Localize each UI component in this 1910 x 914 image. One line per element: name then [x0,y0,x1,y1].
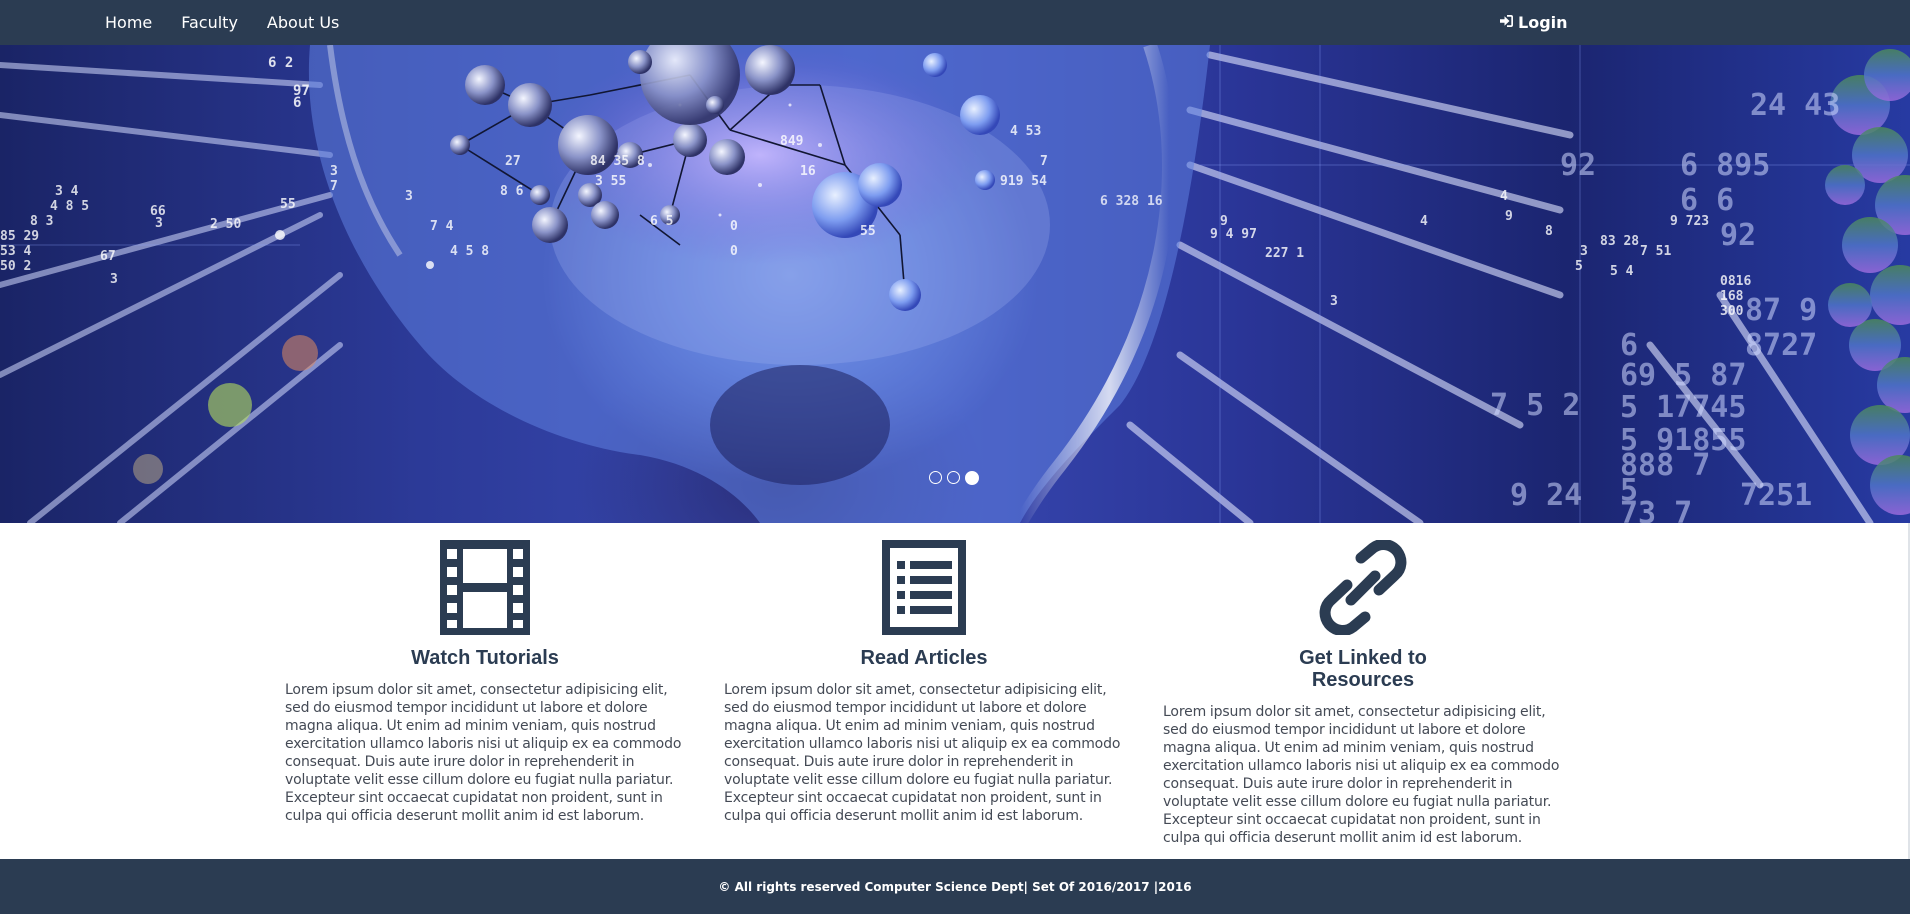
svg-text:5 4: 5 4 [1610,264,1634,279]
svg-text:4 8 5: 4 8 5 [50,199,89,214]
sign-in-icon [1499,13,1518,32]
svg-text:6: 6 [293,95,301,111]
login-label: Login [1518,13,1568,32]
feature-read-articles: Read Articles Lorem ipsum dolor sit amet… [724,540,1124,825]
svg-text:6 328 16: 6 328 16 [1100,194,1163,209]
svg-text:3: 3 [155,216,163,231]
svg-text:55: 55 [860,224,876,239]
svg-text:3 55: 3 55 [595,174,626,189]
svg-text:6 895: 6 895 [1680,148,1770,183]
nav-link-home[interactable]: Home [105,13,152,32]
link-icon [1319,540,1407,635]
svg-text:6 5: 6 5 [650,214,673,229]
svg-text:4 53: 4 53 [1010,124,1041,139]
navbar: Home Faculty About Us Login [0,0,1910,45]
svg-text:227 1: 227 1 [1265,246,1304,261]
svg-text:168: 168 [1720,289,1744,304]
svg-text:92: 92 [1720,218,1756,253]
feature-text: Lorem ipsum dolor sit amet, consectetur … [1163,704,1560,846]
svg-text:67: 67 [100,249,116,264]
svg-text:8727: 8727 [1745,328,1817,363]
hero-image: 6 2 97 6 3 4 4 8 5 8 3 85 29 53 4 50 2 6… [0,45,1910,523]
svg-text:9: 9 [1505,209,1513,224]
svg-text:0: 0 [730,244,738,259]
svg-text:3: 3 [110,272,118,287]
nav-links: Home Faculty About Us [105,0,368,45]
svg-text:3 4: 3 4 [55,184,79,199]
feature-watch-tutorials: Watch Tutorials Lorem ipsum dolor sit am… [285,540,685,825]
hero-carousel[interactable]: 6 2 97 6 3 4 4 8 5 8 3 85 29 53 4 50 2 6… [0,45,1910,523]
svg-text:7: 7 [1040,154,1048,169]
svg-text:73 7: 73 7 [1620,496,1692,523]
footer: © All rights reserved Computer Science D… [0,859,1910,914]
svg-text:84 35 8: 84 35 8 [590,154,645,169]
svg-text:0816: 0816 [1720,274,1751,289]
svg-text:24 43: 24 43 [1750,88,1840,123]
svg-text:69 5 87: 69 5 87 [1620,358,1746,393]
svg-text:7: 7 [330,179,338,194]
nav-link-faculty[interactable]: Faculty [181,13,238,32]
feature-linked-resources: Get Linked to Resources Lorem ipsum dolo… [1163,540,1563,847]
svg-text:16: 16 [800,164,816,179]
svg-text:3: 3 [1330,294,1338,309]
svg-text:7 4: 7 4 [430,219,454,234]
svg-text:50 2: 50 2 [0,259,31,274]
svg-text:3: 3 [405,189,413,204]
svg-text:4: 4 [1500,189,1508,204]
carousel-dot-1[interactable] [929,471,942,484]
footer-copyright: © All rights reserved Computer Science D… [718,879,1192,894]
feature-text: Lorem ipsum dolor sit amet, consectetur … [285,682,682,824]
svg-text:7 5 2: 7 5 2 [1490,388,1580,423]
svg-text:5 17745: 5 17745 [1620,390,1746,425]
login-button[interactable]: Login [1499,0,1568,45]
svg-text:3: 3 [330,164,338,179]
feature-title: Read Articles [860,647,988,669]
svg-text:27: 27 [505,154,521,169]
svg-text:8 3: 8 3 [30,214,53,229]
svg-text:9 4 97: 9 4 97 [1210,227,1257,242]
svg-text:6 2: 6 2 [268,55,293,71]
svg-text:92: 92 [1560,148,1596,183]
svg-text:7 51: 7 51 [1640,244,1671,259]
svg-text:3: 3 [1580,244,1588,259]
svg-text:8: 8 [1545,224,1553,239]
svg-text:9 24: 9 24 [1510,478,1582,513]
svg-text:0: 0 [730,219,738,234]
carousel-indicators [929,470,979,485]
feature-text: Lorem ipsum dolor sit amet, consectetur … [724,682,1121,824]
svg-text:53 4: 53 4 [0,244,31,259]
film-icon [440,540,530,635]
svg-text:87 9: 87 9 [1745,293,1817,328]
svg-text:849: 849 [780,134,803,149]
carousel-dot-3[interactable] [965,470,979,485]
feature-title: Get Linked to Resources [1299,647,1427,691]
carousel-dot-2[interactable] [947,471,960,484]
svg-text:6 6: 6 6 [1680,183,1734,218]
feature-title: Watch Tutorials [411,647,559,669]
svg-text:2 50: 2 50 [210,217,241,232]
svg-text:85 29: 85 29 [0,229,39,244]
svg-text:300: 300 [1720,304,1744,319]
svg-text:8 6: 8 6 [500,184,524,199]
svg-text:7251: 7251 [1740,478,1812,513]
svg-text:5: 5 [1575,259,1583,274]
svg-text:83 28: 83 28 [1600,234,1639,249]
nav-link-about-us[interactable]: About Us [267,13,339,32]
svg-text:4 5 8: 4 5 8 [450,244,489,259]
svg-text:4: 4 [1420,214,1428,229]
svg-text:55: 55 [280,197,296,212]
list-alt-icon [882,540,966,635]
svg-text:919 54: 919 54 [1000,174,1047,189]
